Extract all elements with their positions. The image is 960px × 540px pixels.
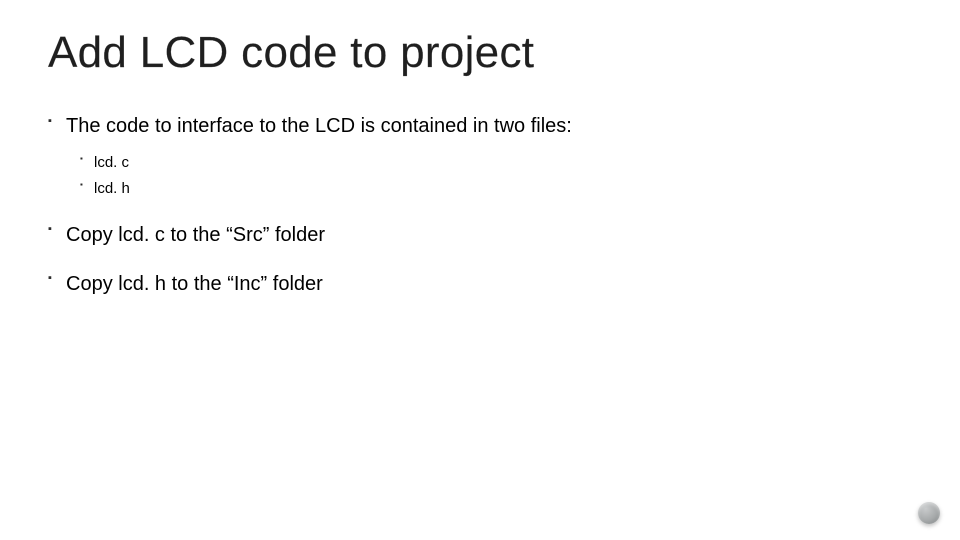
list-item: lcd. c: [94, 151, 912, 174]
bullet-text: lcd. h: [94, 180, 130, 197]
list-item: The code to interface to the LCD is cont…: [66, 112, 912, 201]
slide-title: Add LCD code to project: [48, 28, 912, 78]
bullet-list: The code to interface to the LCD is cont…: [48, 112, 912, 299]
bullet-text: The code to interface to the LCD is cont…: [66, 115, 572, 137]
page-indicator-icon: [918, 502, 940, 524]
bullet-text: lcd. c: [94, 154, 129, 171]
list-item: lcd. h: [94, 177, 912, 200]
bullet-text: Copy lcd. h to the “Inc” folder: [66, 273, 323, 295]
list-item: Copy lcd. c to the “Src” folder: [66, 221, 912, 250]
list-item: Copy lcd. h to the “Inc” folder: [66, 270, 912, 299]
slide: Add LCD code to project The code to inte…: [0, 0, 960, 540]
sub-list: lcd. c lcd. h: [66, 151, 912, 201]
bullet-text: Copy lcd. c to the “Src” folder: [66, 224, 325, 246]
